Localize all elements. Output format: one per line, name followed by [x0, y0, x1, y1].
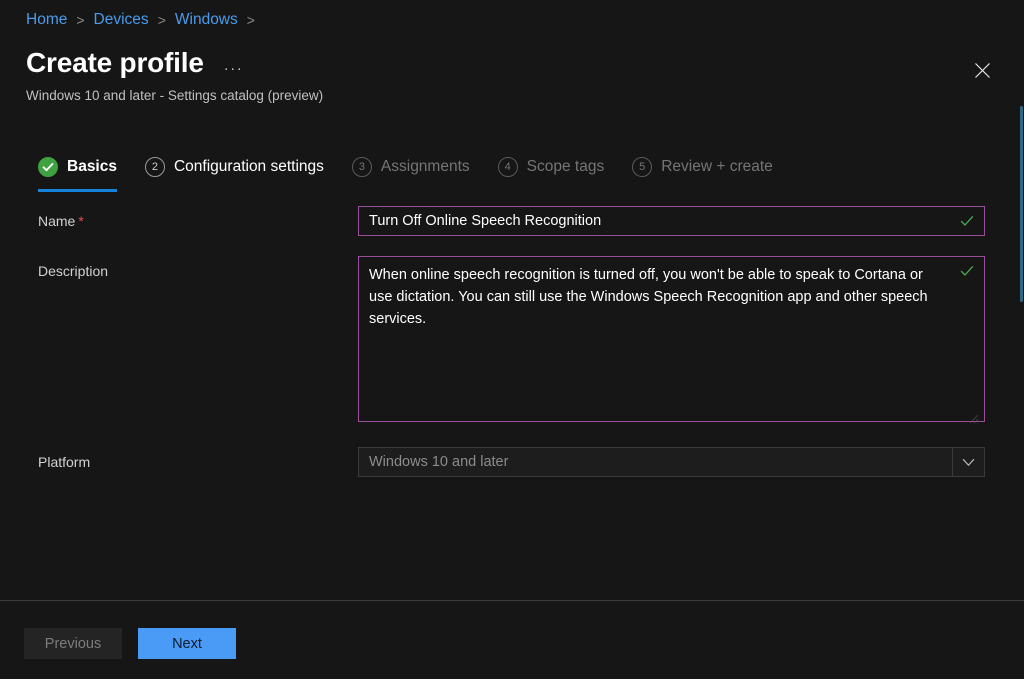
page-title: Create profile: [26, 47, 204, 78]
check-circle-icon: [38, 157, 58, 177]
step-number-badge: 3: [351, 157, 372, 177]
tab-basics[interactable]: Basics: [38, 150, 117, 192]
tab-configuration-settings-label: Configuration settings: [173, 158, 324, 175]
name-control: [358, 206, 985, 236]
tab-basics-label: Basics: [67, 158, 117, 175]
name-label: Name *: [38, 206, 358, 229]
step-number-badge: 5: [632, 157, 653, 177]
required-marker: *: [78, 213, 84, 229]
tab-configuration-settings[interactable]: 2 Configuration settings: [144, 150, 324, 192]
breadcrumb-item-windows[interactable]: Windows: [175, 12, 238, 28]
breadcrumb-separator-icon: >: [246, 11, 255, 28]
page-scrollbar[interactable]: [1019, 0, 1024, 600]
name-field-row: Name *: [38, 206, 985, 236]
tab-scope-tags: 4 Scope tags: [497, 150, 605, 192]
close-icon: [974, 62, 991, 79]
title-row: Create profile ···: [26, 47, 244, 79]
step-number-badge: 4: [497, 157, 518, 177]
breadcrumb: Home > Devices > Windows >: [26, 12, 264, 28]
page-scrollbar-thumb[interactable]: [1020, 106, 1023, 302]
step-number-badge: 2: [144, 157, 165, 177]
breadcrumb-separator-icon: >: [76, 11, 85, 28]
footer-actions: Previous Next: [24, 628, 236, 659]
breadcrumb-separator-icon: >: [157, 11, 166, 28]
chevron-down-icon[interactable]: [952, 448, 984, 476]
tab-scope-tags-label: Scope tags: [526, 158, 605, 175]
breadcrumb-item-devices[interactable]: Devices: [94, 12, 149, 28]
platform-select[interactable]: Windows 10 and later: [358, 447, 985, 477]
description-field-row: Description: [38, 256, 985, 427]
description-textarea[interactable]: [358, 256, 985, 422]
breadcrumb-item-home[interactable]: Home: [26, 12, 67, 28]
page-subtitle: Windows 10 and later - Settings catalog …: [26, 88, 324, 103]
platform-label: Platform: [38, 447, 358, 470]
description-control: [358, 256, 985, 427]
next-button[interactable]: Next: [138, 628, 236, 659]
close-button[interactable]: [966, 54, 998, 86]
tab-assignments: 3 Assignments: [351, 150, 470, 192]
platform-field-row: Platform Windows 10 and later: [38, 447, 985, 477]
tab-assignments-label: Assignments: [380, 158, 470, 175]
name-input[interactable]: [358, 206, 985, 236]
wizard-steps: Basics 2 Configuration settings 3 Assign…: [38, 150, 801, 192]
tab-active-underline: [38, 189, 117, 192]
platform-control: Windows 10 and later: [358, 447, 985, 477]
tab-review-create-label: Review + create: [661, 158, 773, 175]
tab-review-create: 5 Review + create: [632, 150, 773, 192]
platform-label-text: Platform: [38, 454, 91, 470]
description-label-text: Description: [38, 263, 109, 279]
more-options-button[interactable]: ···: [224, 60, 244, 77]
previous-button[interactable]: Previous: [24, 628, 122, 659]
name-label-text: Name: [38, 213, 76, 229]
description-label: Description: [38, 256, 358, 279]
platform-select-value: Windows 10 and later: [369, 454, 509, 470]
footer-divider: [0, 600, 1024, 601]
